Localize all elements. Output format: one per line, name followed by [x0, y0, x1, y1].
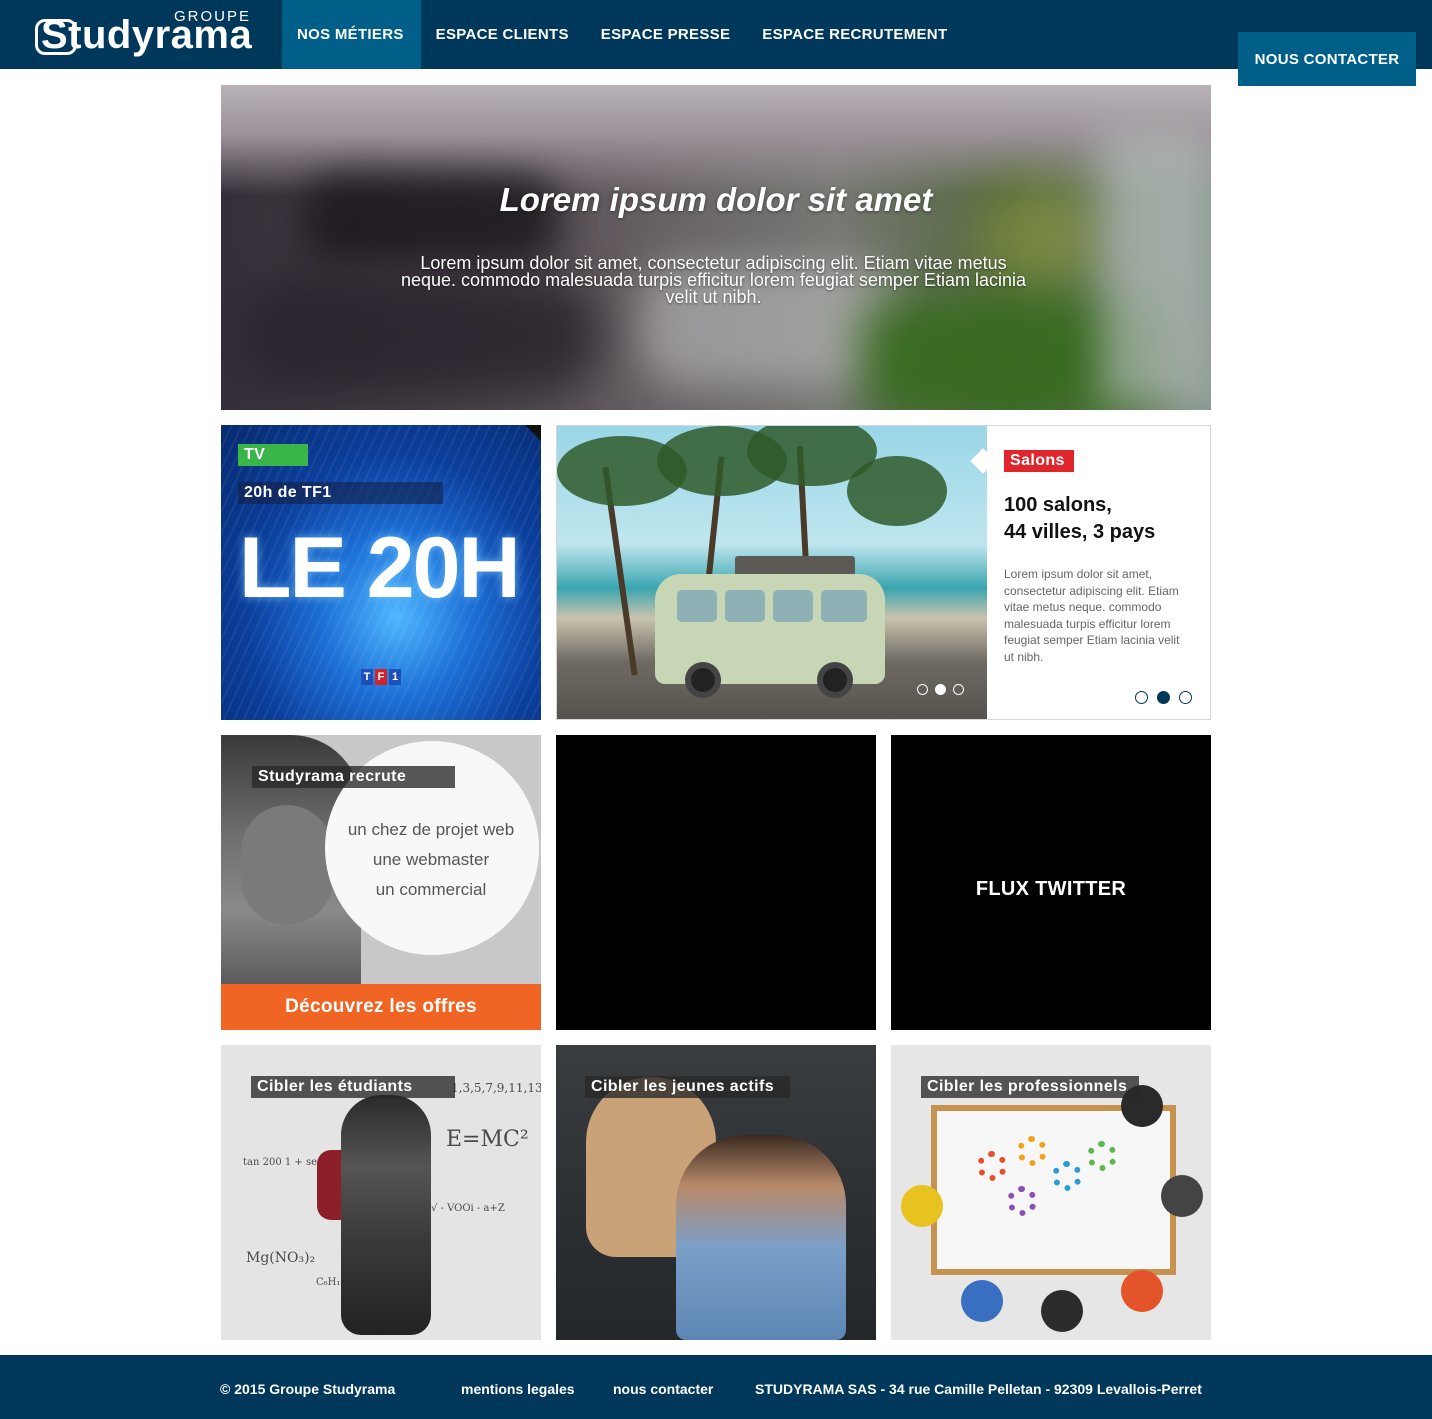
- hero-text: Lorem ipsum dolor sit amet, consectetur …: [401, 253, 1026, 307]
- le-20h-logo: LE 20H: [239, 520, 521, 616]
- cibler-jeunes-actifs-tile[interactable]: Cibler les jeunes actifs: [556, 1045, 876, 1340]
- nav-item-nos-metiers[interactable]: NOS MÉTIERS: [282, 0, 421, 69]
- recrute-tile[interactable]: Studyrama recrute un chez de projet web …: [221, 735, 541, 1030]
- carousel-dot[interactable]: [1179, 691, 1192, 704]
- meeting-table: [931, 1105, 1176, 1275]
- cibler-jeunes-actifs-label: Cibler les jeunes actifs: [585, 1076, 790, 1098]
- tv-tile[interactable]: TV 20h de TF1 LE 20H T F 1: [221, 425, 541, 720]
- cibler-etudiants-tile[interactable]: 1,3,5,7,9,11,13,15,17 E=MC² Mg(NO₃)₂ C₆H…: [221, 1045, 541, 1340]
- footer-contact-link[interactable]: nous contacter: [613, 1381, 713, 1397]
- recrute-tag: Studyrama recrute: [252, 766, 455, 788]
- nav-item-espace-recrutement[interactable]: ESPACE RECRUTEMENT: [747, 0, 964, 69]
- cibler-professionnels-tile[interactable]: Cibler les professionnels: [891, 1045, 1211, 1340]
- twitter-feed-tile[interactable]: FLUX TWITTER: [891, 735, 1211, 1030]
- salons-tag: Salons: [1004, 450, 1074, 472]
- salons-text: Lorem ipsum dolor sit amet, consectetur …: [1004, 567, 1180, 664]
- student-girl-photo: [341, 1095, 431, 1335]
- hero-banner: Lorem ipsum dolor sit amet Lorem ipsum d…: [221, 85, 1211, 410]
- corner-fold-icon: [525, 425, 541, 441]
- studyrama-logo[interactable]: GROUPE Studyrama: [33, 8, 253, 64]
- tf1-logo: T F 1: [361, 669, 401, 685]
- nav-item-espace-clients[interactable]: ESPACE CLIENTS: [421, 0, 586, 69]
- photo-carousel-dots: [917, 684, 964, 695]
- site-header: GROUPE Studyrama NOS MÉTIERS ESPACE CLIE…: [0, 0, 1432, 86]
- salons-carousel-dots: [1135, 691, 1192, 704]
- logo-mark: Studyrama: [33, 13, 252, 59]
- cibler-professionnels-label: Cibler les professionnels: [921, 1076, 1139, 1098]
- salons-title: 100 salons, 44 villes, 3 pays: [1004, 494, 1156, 543]
- job-item[interactable]: un commercial: [331, 875, 531, 905]
- job-list: un chez de projet web une webmaster un c…: [331, 815, 531, 905]
- salons-tile[interactable]: Salons 100 salons, 44 villes, 3 pays Lor…: [556, 425, 1211, 720]
- decouvrez-offres-button[interactable]: Découvrez les offres: [221, 984, 541, 1030]
- site-footer: © 2015 Groupe Studyrama mentions legales…: [0, 1355, 1432, 1419]
- job-item[interactable]: une webmaster: [331, 845, 531, 875]
- twitter-feed-label: FLUX TWITTER: [975, 878, 1127, 900]
- van-illustration: [655, 574, 885, 698]
- job-item[interactable]: un chez de projet web: [331, 815, 531, 845]
- photo-dot[interactable]: [935, 684, 946, 695]
- photo-dot[interactable]: [953, 684, 964, 695]
- hero-title: Lorem ipsum dolor sit amet: [499, 181, 933, 218]
- photo-dot[interactable]: [917, 684, 928, 695]
- young-man-photo: [676, 1135, 846, 1340]
- tv-tag: TV: [238, 444, 308, 466]
- footer-address: STUDYRAMA SAS - 34 rue Camille Pelletan …: [755, 1381, 1202, 1397]
- video-placeholder-tile: [556, 735, 876, 1030]
- logo-wordmark: Studyrama: [41, 13, 253, 57]
- beach-van-photo: [557, 426, 987, 719]
- main-nav: NOS MÉTIERS ESPACE CLIENTS ESPACE PRESSE…: [282, 0, 964, 69]
- cibler-etudiants-label: Cibler les étudiants: [251, 1076, 455, 1098]
- footer-copyright: © 2015 Groupe Studyrama: [220, 1381, 396, 1397]
- nav-item-espace-presse[interactable]: ESPACE PRESSE: [586, 0, 748, 69]
- nous-contacter-button[interactable]: NOUS CONTACTER: [1238, 32, 1416, 86]
- carousel-dot-active[interactable]: [1157, 691, 1170, 704]
- footer-mentions-link[interactable]: mentions legales: [461, 1381, 575, 1397]
- tv-subtitle: 20h de TF1: [238, 482, 443, 504]
- carousel-dot[interactable]: [1135, 691, 1148, 704]
